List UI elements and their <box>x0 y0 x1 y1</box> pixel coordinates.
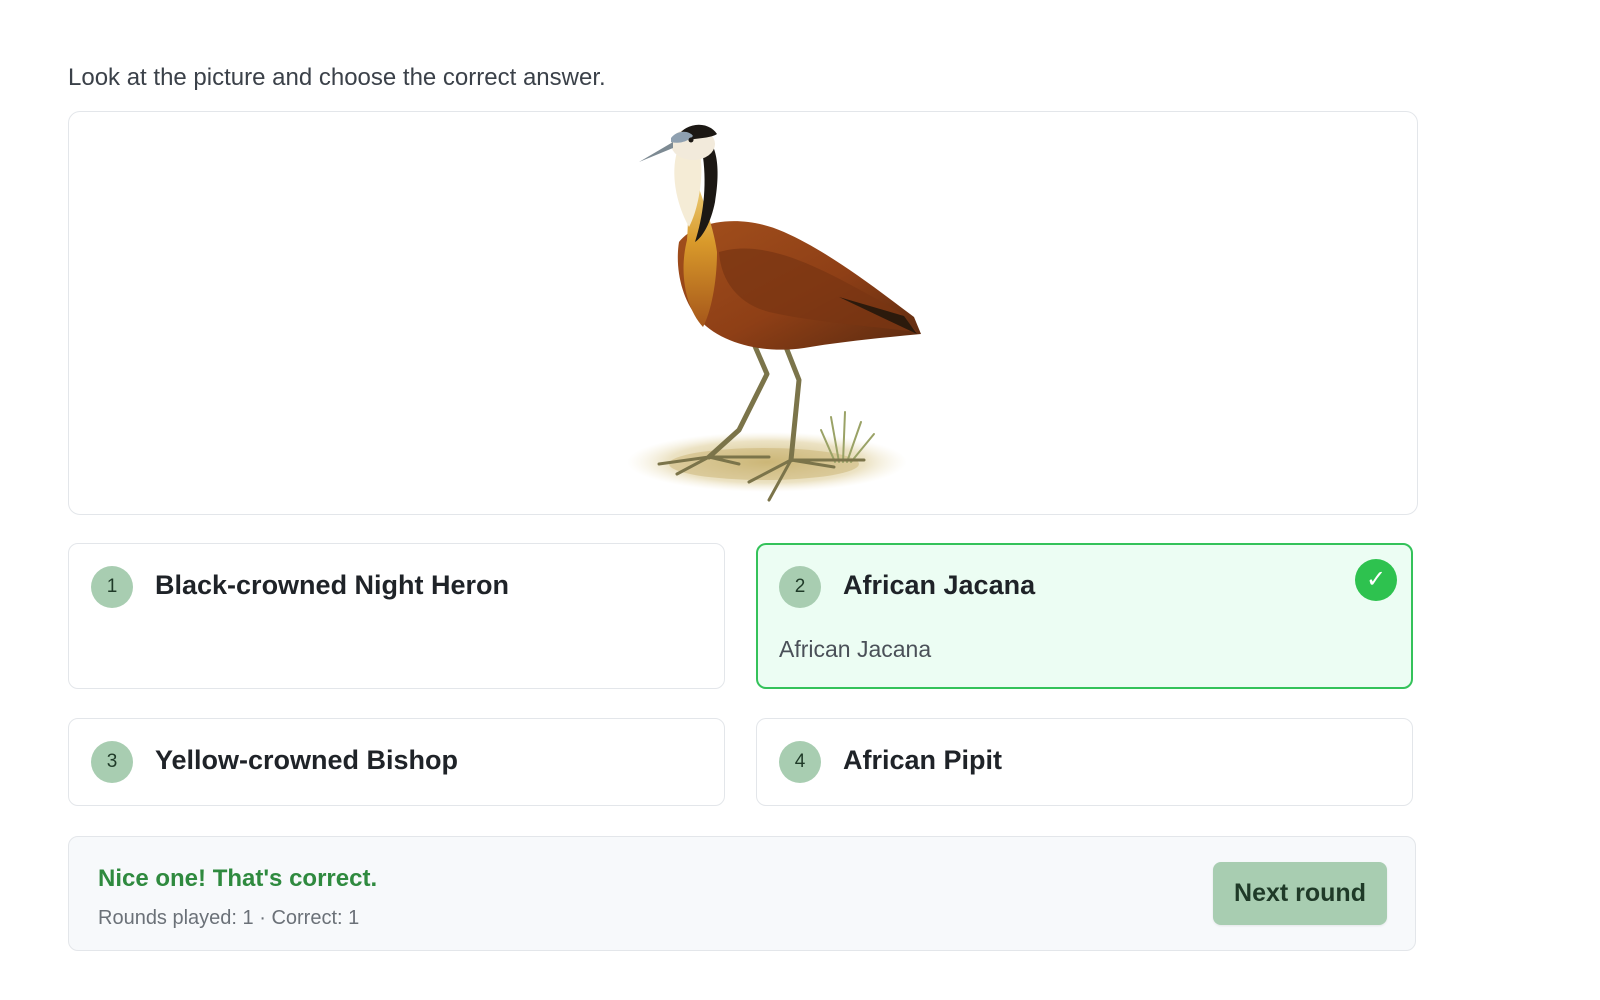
option-label: Yellow-crowned Bishop <box>155 745 459 775</box>
option-number-badge: 4 <box>779 741 821 783</box>
option-number-badge: 3 <box>91 741 133 783</box>
feedback-panel: Nice one! That's correct. Rounds played:… <box>68 836 1416 951</box>
answer-option-1[interactable]: 1 Black-crowned Night Heron <box>68 543 725 689</box>
option-number-badge: 2 <box>779 566 821 608</box>
option-label: Black-crowned Night Heron <box>155 570 510 600</box>
option-label: African Jacana <box>843 570 1036 600</box>
option-number-badge: 1 <box>91 566 133 608</box>
feedback-message: Nice one! That's correct. <box>98 865 378 892</box>
question-prompt: Look at the picture and choose the corre… <box>68 64 606 91</box>
african-jacana-illustration <box>627 124 921 502</box>
answer-option-3[interactable]: 3 Yellow-crowned Bishop <box>68 718 725 806</box>
score-stats: Rounds played: 1 · Correct: 1 <box>98 907 360 929</box>
answer-option-2-correct[interactable]: 2 African Jacana African Jacana ✓ <box>756 543 1413 689</box>
next-round-button[interactable]: Next round <box>1213 862 1387 925</box>
check-icon: ✓ <box>1355 559 1397 601</box>
answer-option-4[interactable]: 4 African Pipit <box>756 718 1413 806</box>
option-label: African Pipit <box>843 745 1003 775</box>
answer-reveal-text: African Jacana <box>779 636 932 662</box>
picture-frame <box>68 111 1418 515</box>
